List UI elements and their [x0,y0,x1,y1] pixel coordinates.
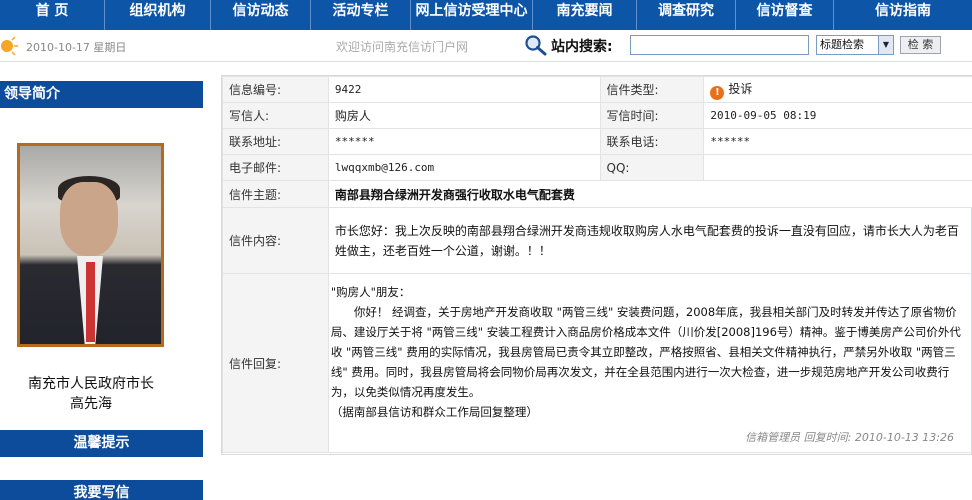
warning-icon: ! [710,85,725,100]
letter-type-label: 信件类型: [599,76,705,103]
info-bar: 2010-10-17 星期日 欢迎访问南充信访门户网 站内搜索: 标题检索 ▼ … [0,30,972,62]
letter-detail-panel: 信息编号: 9422 信件类型: ! 投诉 写信人: 购房人 写信时间: 2010… [221,75,972,455]
nav-item-news[interactable]: 信访动态 [211,0,311,30]
letter-type-cell: ! 投诉 [703,76,972,103]
welcome-text: 欢迎访问南充信访门户网 [336,40,469,54]
sidebar: 领导简介 南充市人民政府市长 高先海 温馨提示 我要写信 [0,76,210,500]
info-id-value: 9422 [327,76,601,103]
tips-heading[interactable]: 温馨提示 [0,430,203,457]
search-type-select[interactable]: 标题检索 ▼ [816,35,894,55]
leader-title: 南充市人民政府市长 [28,376,154,392]
search-input[interactable] [630,35,809,55]
email-label: 电子邮件: [222,154,329,181]
reply-body: 你好！ 经调查，关于房地产开发商收取 "两管三线" 安装费问题，2008年底，我… [330,305,961,399]
info-id-label: 信息编号: [222,76,329,103]
nav-item-research[interactable]: 调查研究 [637,0,736,30]
letter-table: 信息编号: 9422 信件类型: ! 投诉 写信人: 购房人 写信时间: 2010… [222,76,972,453]
write-time-label: 写信时间: [599,102,705,129]
qq-label: QQ: [599,154,705,181]
address-label: 联系地址: [222,128,329,155]
phone-label: 联系电话: [599,128,705,155]
write-time-value: 2010-09-05 08:19 [703,102,972,129]
search-button[interactable]: 检 索 [900,36,941,54]
writer-label: 写信人: [222,102,329,129]
chevron-down-icon: ▼ [878,36,893,54]
sun-icon [1,36,18,56]
phone-value: ****** [703,128,972,155]
reply-greeting: "购房人"朋友： [330,285,411,299]
reply-content: "购房人"朋友： 你好！ 经调查，关于房地产开发商收取 "两管三线" 安装费问题… [329,274,972,452]
subject-label: 信件主题: [222,180,329,208]
subject-cell: 南部县翔合绿洲开发商强行收取水电气配套费 [327,180,972,208]
nav-item-guide[interactable]: 信访指南 [834,0,972,30]
current-date: 2010-10-17 星期日 [26,41,127,54]
leader-photo [17,143,164,347]
leader-portrait [20,146,161,344]
address-value: ****** [327,128,601,155]
reply-meta: 信箱管理员 回复时间: 2010-10-13 13:26 [745,431,954,444]
reply-source: （据南部县信访和群众工作局回复整理） [330,405,538,419]
reply-cell: "购房人"朋友： 你好！ 经调查，关于房地产开发商收取 "两管三线" 安装费问题… [327,273,972,453]
qq-value [703,154,972,181]
nav-item-supervision[interactable]: 信访督查 [736,0,834,30]
search-type-value: 标题检索 [820,38,864,51]
content-cell: 市长您好：我上次反映的南部县翔合绿洲开发商违规收取购房人水电气配套费的投诉一直没… [327,207,972,274]
nav-item-organization[interactable]: 组织机构 [105,0,211,30]
nav-item-online-center[interactable]: 网上信访受理中心 [411,0,533,30]
nav-item-activities[interactable]: 活动专栏 [311,0,411,30]
leader-intro-heading: 领导简介 [0,81,203,108]
leader-name: 高先海 [70,396,112,412]
nav-item-home[interactable]: 首 页 [0,0,105,30]
email-value: lwqqxmb@126.com [327,154,601,181]
content-label: 信件内容: [222,207,329,274]
writer-value: 购房人 [327,102,601,129]
subject-value: 南部县翔合绿洲开发商强行收取水电气配套费 [334,187,575,202]
write-letter-heading[interactable]: 我要写信 [0,480,203,500]
reply-label: 信件回复: [222,273,329,453]
nav-item-nanchong-news[interactable]: 南充要闻 [533,0,637,30]
search-icon [525,35,547,56]
top-nav: 首 页 组织机构 信访动态 活动专栏 网上信访受理中心 南充要闻 调查研究 信访… [0,0,972,30]
search-label: 站内搜索: [551,39,613,55]
content-value: 市长您好：我上次反映的南部县翔合绿洲开发商违规收取购房人水电气配套费的投诉一直没… [334,223,959,258]
letter-type-value: 投诉 [728,81,753,96]
